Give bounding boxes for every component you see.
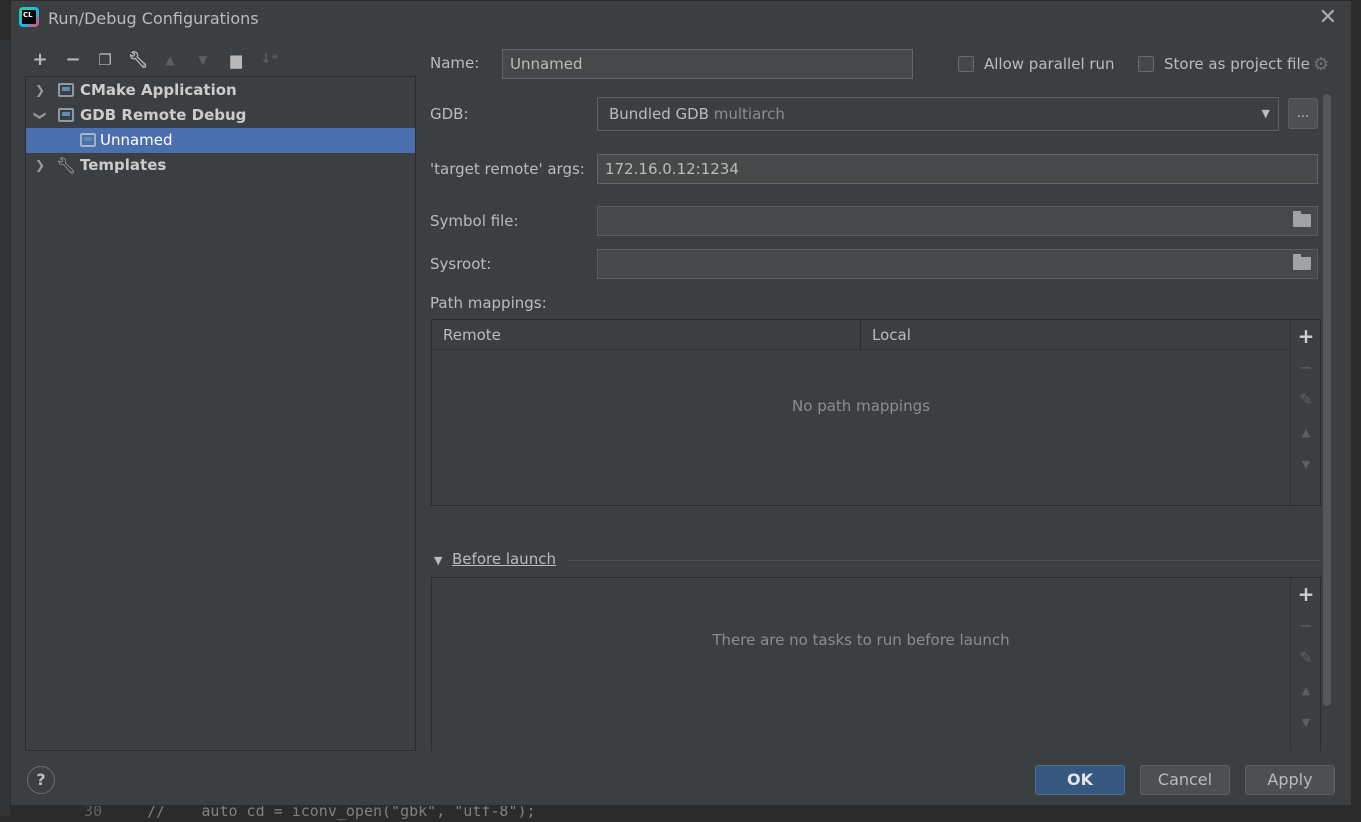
new-folder-icon[interactable]: ▆ [224, 48, 248, 72]
table-side-toolbar: + − ✎ ▲ ▼ [1290, 320, 1320, 505]
allow-parallel-checkbox[interactable] [958, 56, 974, 72]
gdb-browse-button[interactable]: ... [1288, 98, 1318, 129]
chevron-down-icon[interactable]: ❯ [28, 109, 53, 123]
remove-icon[interactable]: − [1291, 616, 1321, 635]
gdb-hint: multiarch [713, 105, 785, 123]
ok-button[interactable]: OK [1035, 765, 1125, 795]
window-title: Run/Debug Configurations [48, 9, 259, 28]
section-divider [567, 560, 1321, 561]
symbol-file-field[interactable] [597, 206, 1318, 236]
move-up-icon[interactable]: ▲ [158, 48, 182, 72]
gdb-config-icon [80, 133, 96, 147]
wrench-icon: 🔧︎ [56, 156, 77, 175]
close-button[interactable]: ✕ [1319, 7, 1337, 29]
target-remote-field[interactable]: 172.16.0.12:1234 [597, 154, 1318, 184]
title-bar: CL Run/Debug Configurations ✕ [11, 1, 1351, 37]
cancel-button[interactable]: Cancel [1140, 765, 1230, 795]
remove-icon[interactable]: − [61, 48, 85, 72]
tree-item-gdb-remote-debug[interactable]: ❯ GDB Remote Debug [26, 103, 415, 128]
move-down-icon[interactable]: ▼ [1291, 458, 1321, 471]
name-field[interactable]: Unnamed [502, 49, 913, 79]
edit-icon[interactable]: ✎ [1291, 648, 1321, 667]
add-icon[interactable]: + [28, 48, 52, 72]
editor-gutter [0, 40, 10, 816]
chevron-down-icon: ▼ [1261, 107, 1270, 120]
before-launch-list: There are no tasks to run before launch … [431, 577, 1321, 751]
allow-parallel-label[interactable]: Allow parallel run [984, 55, 1115, 73]
copy-icon[interactable]: ❐ [93, 48, 117, 72]
cmake-config-icon [58, 83, 74, 97]
move-down-icon[interactable]: ▼ [191, 48, 215, 72]
move-up-icon[interactable]: ▲ [1291, 426, 1321, 439]
symbol-file-label: Symbol file: [430, 212, 519, 230]
empty-before-launch-message: There are no tasks to run before launch [712, 631, 1010, 649]
tree-item-label: GDB Remote Debug [80, 106, 247, 124]
sort-icon[interactable]: ↓ᵃ [257, 48, 281, 72]
tree-item-templates[interactable]: ❯ 🔧︎ Templates [26, 153, 415, 178]
add-icon[interactable]: + [1291, 582, 1321, 606]
gdb-select[interactable]: Bundled GDB multiarch ▼ [597, 97, 1279, 131]
empty-table-message: No path mappings [792, 397, 930, 415]
path-mappings-table: Remote Local No path mappings + − ✎ ▲ ▼ [431, 319, 1321, 506]
add-icon[interactable]: + [1291, 324, 1321, 348]
sysroot-label: Sysroot: [430, 255, 492, 273]
configuration-tree: ❯ CMake Application ❯ GDB Remote Debug U… [25, 76, 416, 751]
tree-item-unnamed[interactable]: Unnamed [26, 128, 415, 153]
path-mappings-label: Path mappings: [430, 294, 547, 312]
target-remote-label: 'target remote' args: [430, 160, 585, 178]
before-launch-toolbar: + − ✎ ▲ ▼ [1290, 578, 1320, 751]
gdb-config-icon [58, 108, 74, 122]
wrench-icon[interactable]: 🔧︎ [126, 48, 150, 72]
store-project-label[interactable]: Store as project file [1164, 55, 1310, 73]
edit-icon[interactable]: ✎ [1291, 390, 1321, 409]
folder-icon[interactable] [1293, 211, 1311, 227]
table-header: Remote Local [432, 320, 1290, 350]
tree-item-label: Unnamed [100, 131, 173, 149]
name-label: Name: [430, 54, 480, 72]
move-down-icon[interactable]: ▼ [1291, 716, 1321, 729]
tree-item-label: Templates [80, 156, 167, 174]
clion-app-icon: CL [19, 7, 39, 27]
sysroot-field[interactable] [597, 249, 1318, 279]
tree-item-cmake-application[interactable]: ❯ CMake Application [26, 78, 415, 103]
gdb-value: Bundled GDB [609, 105, 709, 123]
folder-icon[interactable] [1293, 254, 1311, 270]
help-button[interactable]: ? [27, 766, 55, 794]
store-project-checkbox[interactable] [1138, 56, 1154, 72]
chevron-down-icon: ▼ [434, 554, 443, 567]
before-launch-toggle[interactable]: ▼ Before launch [434, 550, 556, 568]
gear-icon[interactable]: ⚙ [1313, 54, 1329, 75]
column-remote[interactable]: Remote [432, 320, 861, 350]
chevron-right-icon[interactable]: ❯ [33, 153, 47, 178]
column-local[interactable]: Local [860, 320, 1290, 350]
tree-item-label: CMake Application [80, 81, 237, 99]
remove-icon[interactable]: − [1291, 358, 1321, 377]
vertical-scrollbar[interactable] [1323, 94, 1331, 706]
before-launch-title: Before launch [452, 550, 556, 568]
run-debug-dialog: CL Run/Debug Configurations ✕ + − ❐ 🔧︎ ▲… [10, 0, 1352, 806]
apply-button[interactable]: Apply [1245, 765, 1335, 795]
move-up-icon[interactable]: ▲ [1291, 684, 1321, 697]
gdb-label: GDB: [430, 105, 469, 123]
chevron-right-icon[interactable]: ❯ [33, 78, 47, 103]
